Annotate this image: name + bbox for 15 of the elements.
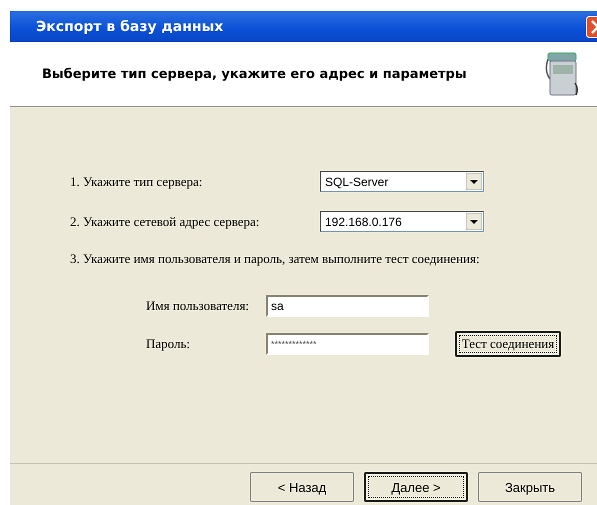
header-text: Выберите тип сервера, укажите его адрес и параметры	[42, 66, 467, 82]
wizard-button[interactable]: Закрыть	[478, 472, 582, 502]
wizard-button[interactable]: Далее >	[364, 472, 468, 502]
step-label: 1. Укажите тип сервера:	[70, 174, 204, 190]
password-field[interactable]: *************	[266, 333, 429, 355]
username-label: Имя пользователя:	[146, 298, 250, 314]
combo-box[interactable]: SQL-Server	[320, 171, 484, 192]
combo-box[interactable]: 192.168.0.176	[320, 211, 484, 232]
window-title: Экспорт в базу данных	[36, 18, 224, 34]
wizard-button[interactable]: < Назад	[250, 472, 354, 502]
username-field[interactable]: sa	[266, 295, 429, 317]
test-connection-button[interactable]: Тест соединения	[455, 331, 561, 357]
password-label: Пароль:	[146, 336, 192, 352]
step-label: 3. Укажите имя пользователя и пароль, затем выполните тест соединения:	[70, 251, 481, 267]
step-label: 2. Укажите сетевой адрес сервера:	[70, 214, 260, 230]
